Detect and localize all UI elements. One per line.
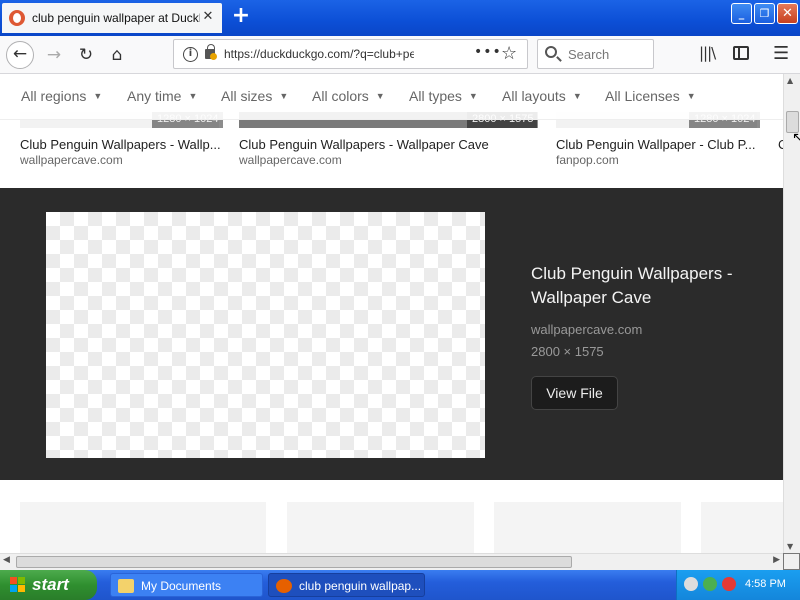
firefox-icon — [276, 579, 292, 593]
chevron-down-icon: ▼ — [572, 91, 582, 101]
result-thumbnail-placeholder[interactable] — [287, 502, 474, 554]
folder-icon — [118, 579, 134, 593]
close-tab-icon[interactable]: ✕ — [200, 9, 216, 25]
filter-colors[interactable]: All colors ▼ — [312, 88, 385, 104]
filter-time[interactable]: Any time ▼ — [127, 88, 197, 104]
info-icon[interactable]: i — [183, 47, 198, 62]
result-title[interactable]: Club Penguin Wallpapers - Wallpaper Cave — [239, 137, 539, 152]
hamburger-menu-icon[interactable]: ☰ — [773, 43, 789, 64]
scroll-left-icon[interactable]: ◀ — [3, 555, 10, 565]
chevron-down-icon: ▼ — [93, 91, 103, 101]
scrollbar-corner — [783, 553, 800, 570]
scroll-up-icon[interactable]: ▲ — [787, 76, 793, 85]
chevron-down-icon: ▼ — [686, 91, 696, 101]
image-detail-panel: Club Penguin Wallpapers - Wallpaper Cave… — [0, 188, 783, 480]
detail-dimensions: 2800 × 1575 — [531, 344, 604, 359]
taskbar-item-my-documents[interactable]: My Documents — [110, 573, 263, 597]
chevron-down-icon: ▼ — [468, 91, 478, 101]
horizontal-scroll-thumb[interactable] — [16, 556, 572, 568]
duckduckgo-icon — [9, 10, 25, 26]
sidebar-icon[interactable] — [733, 46, 749, 60]
page-content: 1280 × 1024 Club Penguin Wallpapers - Wa… — [0, 74, 783, 554]
search-placeholder: Search — [568, 47, 610, 62]
security-shield-icon[interactable] — [722, 577, 736, 591]
chevron-down-icon: ▼ — [375, 91, 385, 101]
detail-image[interactable] — [46, 212, 485, 458]
taskbar-item-label: club penguin wallpap... — [299, 579, 422, 593]
search-icon — [545, 46, 557, 58]
result-thumbnail-placeholder[interactable] — [701, 502, 783, 554]
new-tab-button[interactable]: + — [228, 4, 254, 30]
result-domain[interactable]: wallpapercave.com — [20, 153, 123, 167]
bookmark-star-icon[interactable]: ☆ — [501, 43, 517, 64]
filter-bar: All regions ▼ Any time ▼ All sizes ▼ All co… — [0, 74, 783, 120]
library-icon[interactable]: |||\ — [699, 44, 716, 62]
view-file-button[interactable]: View File — [531, 376, 618, 410]
home-button[interactable]: ⌂ — [103, 41, 131, 69]
taskbar-item-firefox[interactable]: club penguin wallpap... — [268, 573, 425, 597]
clock[interactable]: 4:58 PM — [745, 578, 786, 590]
detail-title[interactable]: Club Penguin Wallpapers - Wallpaper Cave — [531, 262, 761, 310]
filter-types[interactable]: All types ▼ — [409, 88, 478, 104]
filter-layouts[interactable]: All layouts ▼ — [502, 88, 582, 104]
minimize-button[interactable]: _ — [731, 3, 752, 24]
title-bar: club penguin wallpaper at DuckDuckGo ✕ +… — [0, 0, 800, 36]
taskbar-item-label: My Documents — [141, 579, 222, 593]
detail-domain[interactable]: wallpapercave.com — [531, 322, 642, 337]
chevron-down-icon: ▼ — [279, 91, 289, 101]
network-icon[interactable] — [703, 577, 717, 591]
tab-title: club penguin wallpaper at DuckDuckGo — [32, 11, 200, 25]
start-button[interactable]: start — [0, 570, 97, 600]
system-tray: 4:58 PM — [676, 570, 800, 600]
navigation-bar: ← → ↻ ⌂ i https://duckduckgo.com/?q=club… — [0, 36, 800, 74]
result-domain[interactable]: fanpop.com — [556, 153, 619, 167]
horizontal-scrollbar[interactable]: ◀ ▶ — [0, 553, 783, 570]
result-title[interactable]: Club Penguin Wallpapers - Wallp... — [20, 137, 220, 152]
filter-licenses[interactable]: All Licenses ▼ — [605, 88, 696, 104]
scroll-down-icon[interactable]: ▼ — [787, 542, 793, 551]
filter-sizes[interactable]: All sizes ▼ — [221, 88, 288, 104]
forward-button[interactable]: → — [40, 41, 68, 69]
mouse-cursor-icon: ↖ — [792, 130, 800, 146]
maximize-button[interactable]: ❐ — [754, 3, 775, 24]
speaker-icon[interactable] — [684, 577, 698, 591]
result-domain[interactable]: wallpapercave.com — [239, 153, 342, 167]
chevron-down-icon: ▼ — [188, 91, 198, 101]
scroll-right-icon[interactable]: ▶ — [773, 555, 780, 565]
warning-icon — [210, 53, 217, 60]
search-input[interactable]: Search — [537, 39, 654, 69]
windows-logo-icon — [10, 577, 25, 592]
taskbar: start My Documents club penguin wallpap.… — [0, 570, 800, 600]
back-button[interactable]: ← — [6, 41, 34, 69]
start-label: start — [32, 575, 69, 594]
result-thumbnail-placeholder[interactable] — [494, 502, 681, 554]
result-thumbnail-placeholder[interactable] — [20, 502, 266, 554]
browser-tab[interactable]: club penguin wallpaper at DuckDuckGo ✕ — [2, 3, 222, 33]
page-actions-icon[interactable]: ••• — [474, 44, 502, 60]
result-title[interactable]: Club Penguin Wallpaper - Club P... — [556, 137, 756, 152]
url-text[interactable]: https://duckduckgo.com/?q=club+pen — [224, 47, 414, 61]
reload-button[interactable]: ↻ — [72, 41, 100, 69]
url-bar[interactable]: i https://duckduckgo.com/?q=club+pen •••… — [173, 39, 528, 69]
filter-regions[interactable]: All regions ▼ — [21, 88, 102, 104]
close-window-button[interactable]: ✕ — [777, 3, 798, 24]
